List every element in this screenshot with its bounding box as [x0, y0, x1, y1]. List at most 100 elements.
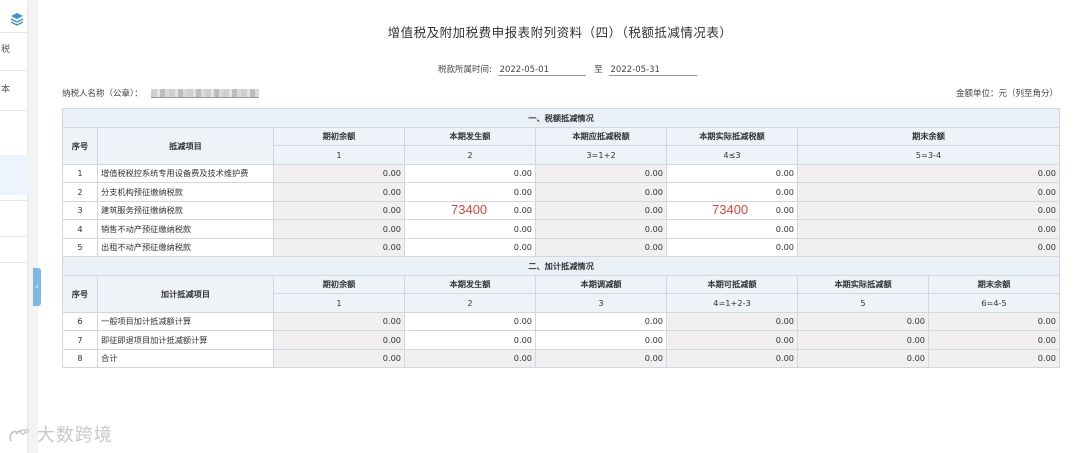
amount-cell: 0.00 [666, 311, 798, 331]
col-item-header: 抵减项目 [97, 126, 274, 165]
table-row: 3 建筑服务预征缴纳税款 0.00 0.00 0.00 0.00 0.00 [62, 200, 1061, 220]
chevron-left-icon: ‹ [35, 282, 39, 291]
row-seq: 2 [62, 182, 98, 202]
amount-cell: 0.00 [927, 348, 1061, 368]
amount-cell: 0.00 [273, 330, 405, 350]
amount-cell: 0.00 [535, 163, 667, 183]
amount-cell: 0.00 [797, 330, 929, 350]
watermark: 大数跨境 [8, 421, 113, 447]
col-formula: 1 [273, 145, 405, 165]
tax-period: 税款所属时间: 2022-05-01 至 2022-05-31 [438, 63, 697, 76]
sidebar-item-active[interactable] [0, 155, 28, 195]
period-label: 税款所属时间: [438, 65, 492, 75]
table-row: 8 合计 0.00 0.00 0.00 0.00 0.00 0.00 [62, 348, 1061, 368]
annotation-col2: 73400 [451, 202, 488, 217]
amount-cell[interactable]: 0.00 [666, 163, 798, 183]
col-formula: 3=1+2 [535, 145, 667, 165]
col-header: 本期发生额 [404, 126, 536, 146]
amount-cell[interactable]: 0.00 [666, 182, 798, 202]
amount-cell[interactable]: 0.00 [535, 330, 667, 350]
amount-cell: 0.00 [273, 219, 405, 239]
col-header: 期初余额 [273, 126, 405, 146]
amount-cell: 0.00 [927, 330, 1061, 350]
table-body: 一、税额抵减情况 序号 抵减项目 期初余额 本期发生额 本期应抵减税额 本期实际抵减税额 期末… [61, 108, 1061, 368]
watermark-text: 大数跨境 [36, 425, 113, 446]
row-seq: 6 [62, 311, 98, 331]
table-row: 4 销售不动产预征缴纳税款 0.00 0.00 0.00 0.00 0.00 [62, 219, 1061, 239]
col-item-header: 加计抵减项目 [97, 274, 274, 313]
row-item-name: 即征即退项目加计抵减额计算 [97, 330, 274, 350]
sidebar-divider [0, 262, 28, 263]
amount-cell: 0.00 [273, 163, 405, 183]
row-seq: 1 [62, 163, 98, 183]
amount-cell: 0.00 [273, 348, 405, 368]
section-title-row: 一、税额抵减情况 [61, 108, 1061, 128]
row-item-name: 建筑服务预征缴纳税款 [97, 200, 274, 220]
amount-cell[interactable]: 0.00 [666, 237, 798, 257]
sidebar-divider [0, 200, 28, 201]
col-header: 本期应抵减税额 [535, 126, 667, 146]
sidebar-collapse-button[interactable]: ‹ [33, 268, 41, 306]
layers-icon[interactable] [10, 12, 24, 26]
amount-cell: 0.00 [927, 311, 1061, 331]
amount-cell: 0.00 [535, 348, 667, 368]
col-header: 本期发生额 [404, 274, 536, 294]
row-item-name: 增值税税控系统专用设备费及技术维护费 [97, 163, 274, 183]
taxpayer-name-masked-field [151, 89, 260, 98]
taxpayer-label: 纳税人名称（公章）： [62, 89, 143, 99]
row-item-name: 合计 [97, 348, 274, 368]
brand-logo-icon [9, 428, 30, 442]
period-end-field[interactable]: 2022-05-31 [608, 65, 697, 76]
col-formula: 4=1+2-3 [666, 293, 798, 313]
col-formula: 2 [404, 145, 536, 165]
amount-cell: 0.00 [273, 237, 405, 257]
amount-cell: 0.00 [797, 348, 929, 368]
amount-cell: 0.00 [535, 237, 667, 257]
table-row: 5 出租不动产预征缴纳税款 0.00 0.00 0.00 0.00 0.00 [62, 237, 1061, 257]
amount-cell: 0.00 [273, 182, 405, 202]
table-row: 6 一般项目加计抵减额计算 0.00 0.00 0.00 0.00 0.00 0.00 [62, 311, 1061, 331]
row-item-name: 销售不动产预征缴纳税款 [97, 219, 274, 239]
amount-cell: 0.00 [796, 200, 1061, 220]
sidebar-divider [0, 70, 28, 71]
table-row: 2 分支机构预征缴纳税款 0.00 0.00 0.00 0.00 0.00 [62, 182, 1061, 202]
content-gutter [28, 0, 38, 453]
row-item-name: 一般项目加计抵减额计算 [97, 311, 274, 331]
sidebar-item-0[interactable]: 税 [0, 42, 28, 55]
amount-cell[interactable]: 0.00 [535, 311, 667, 331]
sidebar-divider [0, 32, 28, 33]
table-row: 1 增值税税控系统专用设备费及技术维护费 0.00 0.00 0.00 0.00 0.00 [62, 163, 1061, 183]
amount-cell: 0.00 [273, 311, 405, 331]
amount-cell: 0.00 [535, 219, 667, 239]
sidebar: 税 本 [0, 0, 28, 453]
amount-cell: 0.00 [666, 348, 798, 368]
section-title: 二、加计抵减情况 [61, 256, 1061, 276]
col-header: 本期调减额 [535, 274, 667, 294]
amount-cell: 0.00 [796, 219, 1061, 239]
amount-cell[interactable]: 0.00 [404, 330, 536, 350]
amount-cell[interactable]: 0.00 [404, 311, 536, 331]
header-row: 序号 加计抵减项目 期初余额 本期发生额 本期调减额 本期可抵减额 本期实际抵减额 期末余额 [62, 274, 1061, 313]
amount-cell: 0.00 [535, 182, 667, 202]
amount-cell: 0.00 [796, 237, 1061, 257]
sidebar-item-1[interactable]: 本 [0, 82, 28, 95]
section-title-row: 二、加计抵减情况 [61, 256, 1061, 276]
amount-cell[interactable]: 0.00 [666, 219, 798, 239]
amount-cell[interactable]: 0.00 [404, 182, 536, 202]
page-title: 增值税及附加税费申报表附列资料（四）（税额抵减情况表） [387, 25, 733, 40]
amount-cell: 0.00 [273, 200, 405, 220]
amount-cell[interactable]: 0.00 [404, 237, 536, 257]
row-seq: 8 [62, 348, 98, 368]
row-seq: 3 [62, 200, 98, 220]
col-formula: 5=3-4 [796, 145, 1061, 165]
amount-cell: 0.00 [797, 311, 929, 331]
col-formula: 5 [797, 293, 929, 313]
amount-cell[interactable]: 0.00 [404, 163, 536, 183]
row-item-name: 分支机构预征缴纳税款 [97, 182, 274, 202]
amount-cell[interactable]: 0.00 [404, 219, 536, 239]
col-header: 本期实际抵减税额 [666, 126, 798, 146]
period-start-field[interactable]: 2022-05-01 [497, 65, 586, 76]
col-header: 期末余额 [796, 126, 1061, 146]
amount-cell: 0.00 [796, 163, 1061, 183]
amount-cell: 0.00 [535, 200, 667, 220]
